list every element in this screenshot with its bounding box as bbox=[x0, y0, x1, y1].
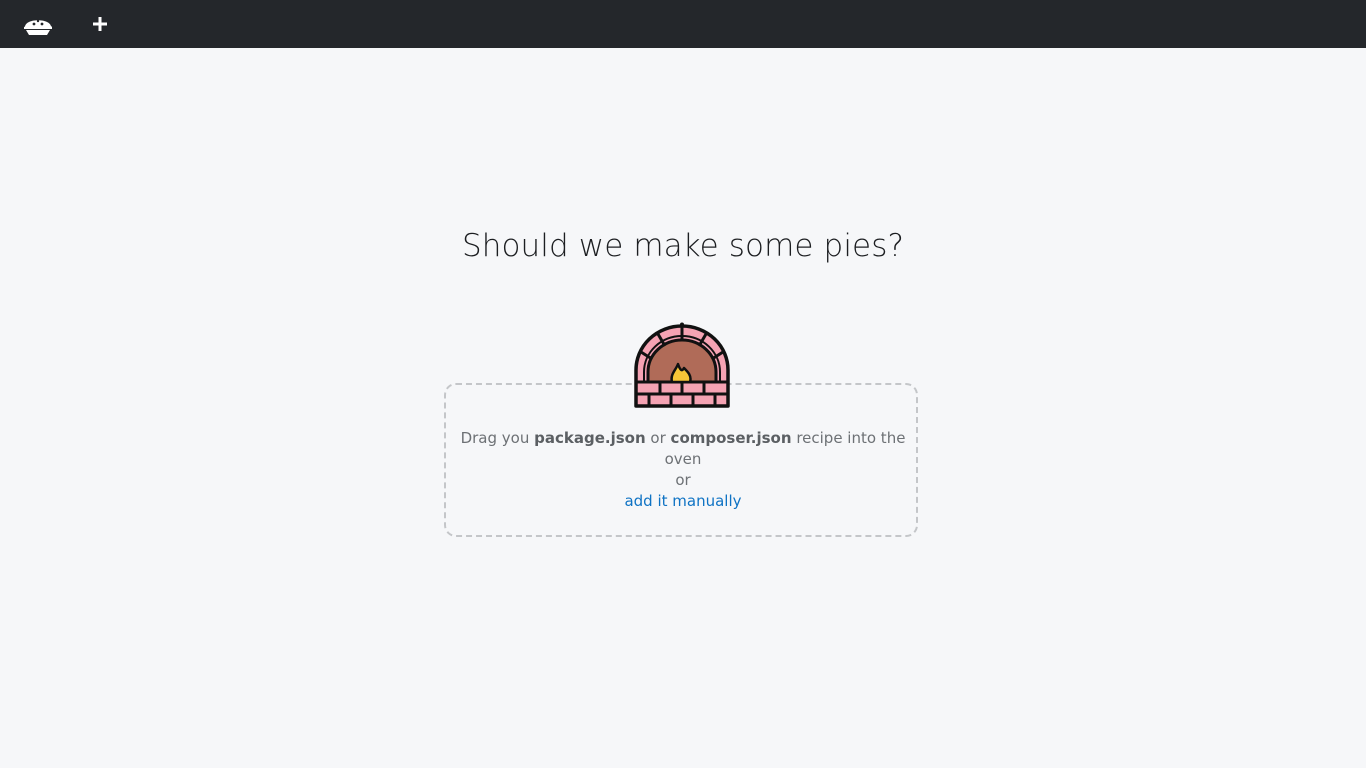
page-title: Should we make some pies? bbox=[461, 228, 905, 264]
instruction-prefix: Drag you bbox=[460, 429, 530, 447]
brick-oven-icon bbox=[632, 322, 732, 410]
plus-icon[interactable] bbox=[90, 14, 110, 34]
instruction-or: or bbox=[675, 471, 691, 489]
instruction-middle: or bbox=[650, 429, 666, 447]
add-manually-link[interactable]: add it manually bbox=[624, 492, 741, 510]
pie-logo-icon[interactable] bbox=[22, 13, 54, 37]
package-json-label: package.json bbox=[534, 429, 646, 447]
top-navbar bbox=[0, 0, 1366, 48]
dropzone-instructions: Drag you package.json or composer.json r… bbox=[444, 428, 922, 512]
composer-json-label: composer.json bbox=[670, 429, 792, 447]
